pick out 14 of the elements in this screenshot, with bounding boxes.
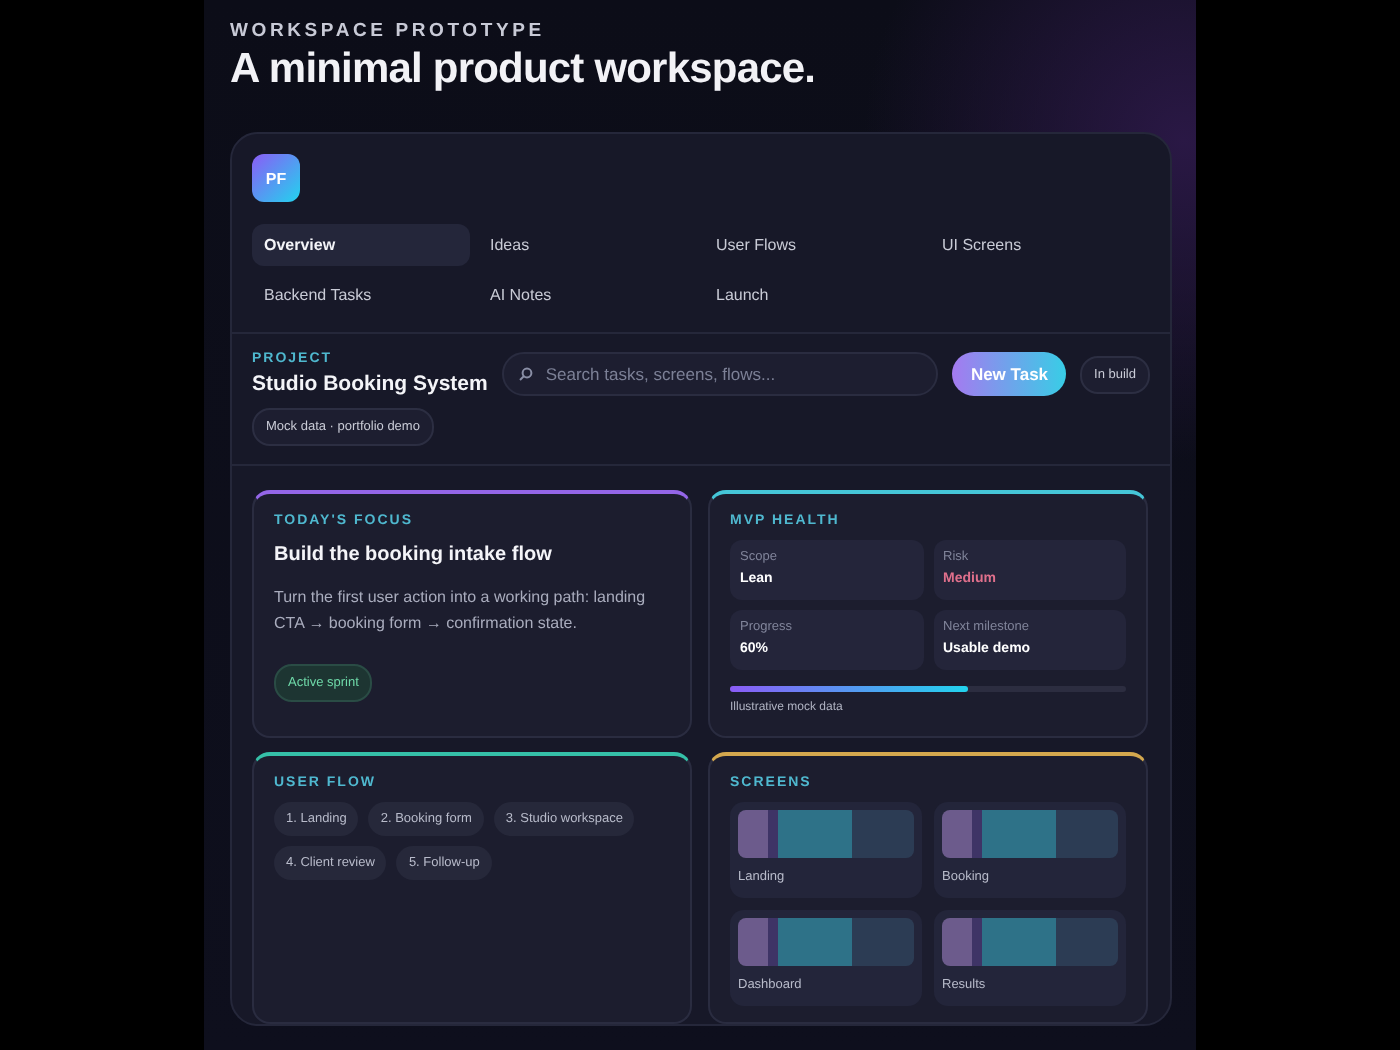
project-name: Studio Booking System [252, 372, 488, 396]
focus-title: Build the booking intake flow [274, 544, 554, 566]
nav-tab[interactable]: UI Screens [930, 224, 1148, 266]
nav-tab[interactable]: User Flows [704, 224, 922, 266]
nav-tab[interactable]: Backend Tasks [252, 274, 470, 316]
nav-tab[interactable]: Launch [704, 274, 922, 316]
nav-tab[interactable]: Ideas [478, 224, 696, 266]
avatar: PF [252, 154, 300, 202]
search-field[interactable]: Search tasks, screens, flows... [501, 352, 939, 396]
nav-tab[interactable]: Overview [252, 224, 470, 266]
page-title: A minimal product workspace. [230, 46, 818, 94]
focus-description: Turn the first user action into a working path: landing CTA → booking form → confirmation state. [274, 586, 648, 636]
nav-tab[interactable]: AI Notes [478, 274, 696, 316]
eyebrow-label: WORKSPACE PROTOTYPE [230, 20, 547, 42]
